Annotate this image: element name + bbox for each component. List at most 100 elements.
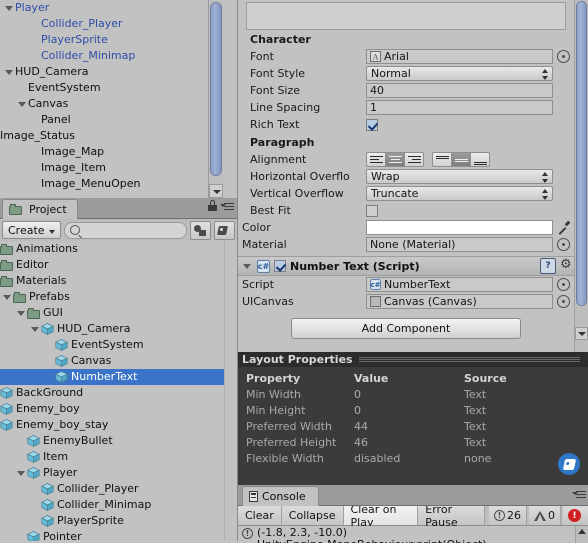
component-enabled-checkbox[interactable] bbox=[274, 260, 286, 272]
number-text-component-header[interactable]: c# Number Text (Script) ? bbox=[238, 256, 574, 276]
material-field[interactable]: None (Material) bbox=[366, 237, 553, 252]
align-top-button[interactable] bbox=[432, 152, 452, 167]
project-item-player[interactable]: Player bbox=[0, 465, 237, 481]
align-middle-button[interactable] bbox=[451, 152, 471, 167]
project-item-enemy_boy_stay[interactable]: Enemy_boy_stay bbox=[0, 417, 237, 433]
font-object-picker-icon[interactable] bbox=[557, 50, 570, 63]
chevron-down-icon[interactable] bbox=[2, 289, 13, 305]
console-clear-on-play-button[interactable]: Clear on Play bbox=[343, 503, 419, 529]
project-item-background[interactable]: BackGround bbox=[0, 385, 237, 401]
project-item-collider_minimap[interactable]: Collider_Minimap bbox=[0, 497, 237, 513]
hierarchy-scrollbar[interactable] bbox=[208, 0, 223, 198]
tab-console[interactable]: Console bbox=[242, 486, 319, 506]
align-left-button[interactable] bbox=[366, 152, 386, 167]
project-item-enemybullet[interactable]: EnemyBullet bbox=[0, 433, 237, 449]
hierarchy-item-image_map[interactable]: Image_Map bbox=[0, 144, 212, 160]
info-count-toggle[interactable]: ! 26 bbox=[489, 506, 527, 525]
lock-icon[interactable] bbox=[208, 200, 217, 211]
color-swatch-field[interactable] bbox=[366, 220, 554, 235]
project-item-hud_camera[interactable]: HUD_Camera bbox=[0, 321, 237, 337]
uicanvas-object-picker-icon[interactable] bbox=[557, 295, 570, 308]
create-button[interactable]: Create bbox=[2, 221, 61, 239]
project-item-playersprite[interactable]: PlayerSprite bbox=[0, 513, 237, 529]
console-clear-button[interactable]: Clear bbox=[238, 506, 282, 525]
chevron-down-icon[interactable] bbox=[4, 0, 15, 16]
hierarchy-list[interactable]: Player Collider_Player PlayerSprite Collide… bbox=[0, 0, 212, 198]
chevron-down-icon[interactable] bbox=[16, 305, 27, 321]
label-tag-icon[interactable] bbox=[558, 453, 580, 475]
align-center-button[interactable] bbox=[385, 152, 405, 167]
hierarchy-item-collider_minimap[interactable]: Collider_Minimap bbox=[0, 48, 212, 64]
project-item-prefabs[interactable]: Prefabs bbox=[0, 289, 237, 305]
project-item-animations[interactable]: Animations bbox=[0, 241, 237, 257]
text-value-field[interactable] bbox=[246, 2, 566, 30]
console-entry[interactable]: ! (-1.8, 2.3, -10.0) UnityEngine.MonoBeh… bbox=[238, 526, 588, 543]
project-item-item[interactable]: Item bbox=[0, 449, 237, 465]
chevron-down-icon[interactable] bbox=[16, 465, 27, 481]
project-item-numbertext[interactable]: NumberText bbox=[0, 369, 237, 385]
property-name: Min Width bbox=[246, 388, 301, 401]
rich-text-checkbox[interactable] bbox=[366, 118, 378, 131]
align-bottom-button[interactable] bbox=[470, 152, 490, 167]
hierarchy-item-panel[interactable]: Panel bbox=[0, 112, 212, 128]
horizontal-overflow-dropdown[interactable]: Wrap bbox=[366, 169, 553, 184]
best-fit-checkbox[interactable] bbox=[366, 204, 378, 217]
add-component-button[interactable]: Add Component bbox=[291, 318, 521, 339]
error-count-toggle[interactable]: ! bbox=[563, 506, 588, 525]
project-asset-list[interactable]: Animations Editor Materials Prefabs GUI HUD_C… bbox=[0, 241, 237, 541]
project-item-materials[interactable]: Materials bbox=[0, 273, 237, 289]
console-message-list[interactable]: ! (-1.8, 2.3, -10.0) UnityEngine.MonoBeh… bbox=[238, 526, 588, 543]
script-field[interactable]: c# NumberText bbox=[366, 277, 553, 292]
vertical-overflow-dropdown[interactable]: Truncate bbox=[366, 186, 553, 201]
chevron-down-icon[interactable] bbox=[17, 96, 28, 112]
eyedropper-icon[interactable] bbox=[557, 221, 570, 235]
font-field[interactable]: A Arial bbox=[366, 49, 553, 64]
project-item-editor[interactable]: Editor bbox=[0, 257, 237, 273]
project-item-eventsystem[interactable]: EventSystem bbox=[0, 337, 237, 353]
gear-icon[interactable] bbox=[560, 257, 574, 273]
script-object-picker-icon[interactable] bbox=[557, 278, 570, 291]
chevron-down-icon[interactable] bbox=[4, 64, 15, 80]
hierarchy-item-playersprite[interactable]: PlayerSprite bbox=[0, 32, 212, 48]
chevron-down-icon[interactable] bbox=[242, 258, 253, 274]
hierarchy-item-eventsystem[interactable]: EventSystem bbox=[0, 80, 212, 96]
hierarchy-item-player[interactable]: Player bbox=[0, 0, 212, 16]
hierarchy-scroll-thumb[interactable] bbox=[210, 2, 222, 176]
warning-count-toggle[interactable]: 0 bbox=[529, 506, 561, 525]
inspector-scroll-thumb[interactable] bbox=[576, 1, 587, 306]
filter-by-type-icon[interactable] bbox=[190, 220, 211, 240]
hierarchy-item-canvas[interactable]: Canvas bbox=[0, 96, 212, 112]
project-item-gui[interactable]: GUI bbox=[0, 305, 237, 321]
console-error-pause-button[interactable]: Error Pause bbox=[418, 503, 485, 529]
no-expand-spacer bbox=[44, 369, 55, 385]
inspector-scroll-down-arrow-icon[interactable] bbox=[575, 327, 588, 340]
project-item-canvas[interactable]: Canvas bbox=[0, 353, 237, 369]
tab-project[interactable]: Project bbox=[2, 199, 78, 219]
line-spacing-input[interactable]: 1 bbox=[366, 100, 553, 115]
help-icon[interactable]: ? bbox=[540, 258, 556, 274]
hierarchy-scroll-down-arrow-icon[interactable] bbox=[209, 184, 223, 198]
console-collapse-button[interactable]: Collapse bbox=[281, 506, 344, 525]
uicanvas-field[interactable]: Canvas (Canvas) bbox=[366, 294, 553, 309]
project-item-pointer[interactable]: Pointer bbox=[0, 529, 237, 541]
console-menu-icon[interactable] bbox=[572, 489, 586, 499]
hierarchy-item-image_item[interactable]: Image_Item bbox=[0, 160, 212, 176]
chevron-down-icon[interactable] bbox=[30, 321, 41, 337]
project-item-collider_player[interactable]: Collider_Player bbox=[0, 481, 237, 497]
panel-menu-icon[interactable] bbox=[220, 201, 234, 211]
material-object-picker-icon[interactable] bbox=[557, 238, 570, 251]
font-style-dropdown[interactable]: Normal bbox=[366, 66, 553, 81]
search-input[interactable] bbox=[83, 223, 181, 237]
property-source: Text bbox=[464, 388, 487, 401]
filter-by-label-icon[interactable] bbox=[214, 220, 235, 240]
inspector-scrollbar[interactable] bbox=[574, 0, 588, 352]
hierarchy-item-image_status[interactable]: Image_Status bbox=[0, 128, 212, 144]
align-right-button[interactable] bbox=[404, 152, 424, 167]
hierarchy-item-image_menuopen[interactable]: Image_MenuOpen bbox=[0, 176, 212, 192]
project-item-enemy_boy[interactable]: Enemy_boy bbox=[0, 401, 237, 417]
project-search-box[interactable] bbox=[63, 221, 187, 239]
hierarchy-item-hud_camera[interactable]: HUD_Camera bbox=[0, 64, 212, 80]
hierarchy-item-collider_player[interactable]: Collider_Player bbox=[0, 16, 212, 32]
font-size-input[interactable]: 40 bbox=[366, 83, 553, 98]
console-scroll-up-arrow-icon[interactable] bbox=[575, 526, 588, 543]
